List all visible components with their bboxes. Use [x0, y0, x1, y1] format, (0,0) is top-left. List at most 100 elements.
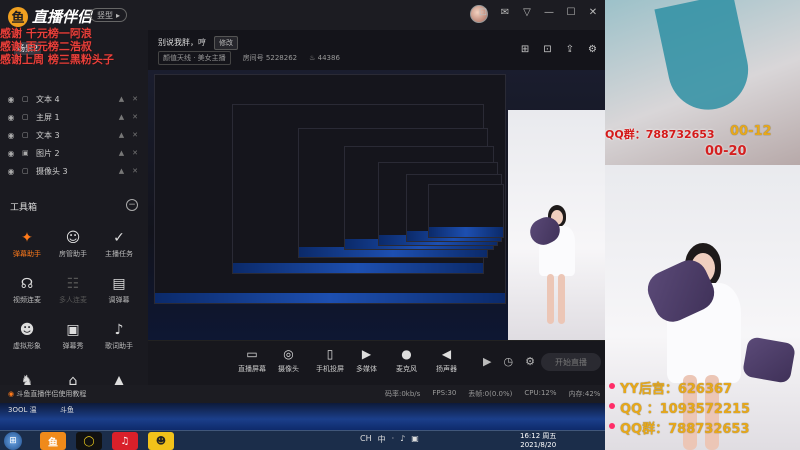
fps: FPS:30: [432, 389, 457, 397]
control-icon: ◎: [283, 347, 294, 361]
delete-icon[interactable]: ✕: [132, 149, 138, 157]
record-icon[interactable]: ▶: [483, 355, 491, 368]
tool-item[interactable]: ▣ 弹幕秀: [50, 317, 96, 355]
tool-icon: ☺: [65, 229, 81, 246]
app-icon[interactable]: ◯: [76, 432, 102, 450]
control-button[interactable]: ▶ 多媒体: [356, 347, 377, 374]
move-up-icon[interactable]: ▲: [119, 149, 124, 157]
source-row[interactable]: ◉ ▢ 文本 3 ▲ ✕: [0, 126, 148, 144]
edit-title-button[interactable]: 修改: [214, 36, 238, 50]
source-label: 主屏 1: [36, 112, 60, 122]
desktop-label: 3OOL 温: [8, 406, 37, 414]
tray-item[interactable]: 中: [378, 434, 386, 445]
visibility-icon[interactable]: ◉: [6, 167, 16, 176]
tool-item[interactable]: ✦ 弹幕助手: [4, 225, 50, 263]
control-label: 麦克风: [396, 365, 417, 373]
source-row-actions: ▲ ✕: [119, 149, 148, 157]
tool-label: 房管助手: [59, 249, 87, 258]
delete-icon[interactable]: ✕: [132, 95, 138, 103]
tool-label: 歌词助手: [105, 341, 133, 350]
preview-camera-photo: [508, 110, 605, 340]
settings-icon[interactable]: ⚙: [588, 44, 597, 55]
app-logo: 鱼 直播伴侣: [8, 6, 92, 27]
douyu-app-icon[interactable]: 鱼: [40, 432, 66, 450]
control-label: 直播屏幕: [238, 365, 266, 373]
unlock-icon[interactable]: ▢: [22, 113, 30, 121]
source-row-actions: ▲ ✕: [119, 167, 148, 175]
visibility-icon[interactable]: ◉: [6, 149, 16, 158]
source-row[interactable]: ◉ ▣ 图片 2 ▲ ✕: [0, 144, 148, 162]
control-button[interactable]: ◀ 扬声器: [436, 347, 457, 374]
delete-icon[interactable]: ✕: [132, 113, 138, 121]
collapse-icon[interactable]: −: [126, 199, 138, 211]
move-up-icon[interactable]: ▲: [119, 167, 124, 175]
clock-icon[interactable]: ◷: [504, 355, 514, 368]
lock-icon[interactable]: ▣: [22, 149, 30, 157]
tray-item[interactable]: CH: [360, 434, 372, 445]
start-live-button[interactable]: 开始直播: [541, 353, 601, 371]
maximize-icon[interactable]: ☐: [565, 7, 577, 18]
gear-icon[interactable]: ⚙: [525, 355, 535, 368]
gift-icon[interactable]: ⊞: [521, 44, 529, 55]
visibility-icon[interactable]: ◉: [6, 131, 16, 140]
source-row-actions: ▲ ✕: [119, 113, 148, 121]
tool-item[interactable]: ♪ 歌词助手: [96, 317, 142, 355]
title-bar: 鱼 直播伴侣 竖型 ▸ ⊡ ✉ ▽ — ☐ ✕: [0, 0, 605, 30]
delete-icon[interactable]: ✕: [132, 131, 138, 139]
control-button[interactable]: ● 麦克风: [396, 347, 417, 374]
stream-preview[interactable]: [148, 70, 605, 340]
toolbox-title: 工具箱: [10, 203, 38, 213]
tool-item[interactable]: ☊ 视频连麦: [4, 271, 50, 309]
source-row[interactable]: ◉ ▢ 主屏 1 ▲ ✕: [0, 108, 148, 126]
control-icon: ●: [401, 347, 412, 361]
control-button[interactable]: ▯ 手机投屏: [316, 347, 344, 374]
scene-tag[interactable]: 场景2: [14, 42, 42, 55]
source-row[interactable]: ◉ ▢ 摄像头 3 ▲ ✕: [0, 162, 148, 180]
tool-item[interactable]: ☷ 多人连麦: [50, 271, 96, 309]
dropped-frames: 丢帧:0(0.0%): [468, 390, 513, 398]
tool-label: 视频连麦: [13, 295, 41, 304]
top-actions: ⊞ ⊡ ⇪ ⚙: [521, 44, 597, 55]
tray-item[interactable]: ·: [392, 434, 395, 445]
room-category[interactable]: 颜值天线 · 美女主播: [158, 51, 231, 65]
lock-icon[interactable]: ⊡: [543, 44, 551, 55]
tutorial-link[interactable]: ◉ 斗鱼直播伴侣使用教程: [8, 389, 86, 399]
move-up-icon[interactable]: ▲: [119, 131, 124, 139]
move-up-icon[interactable]: ▲: [119, 113, 124, 121]
menu-icon[interactable]: ▽: [521, 7, 533, 18]
subject-leg: [547, 274, 554, 324]
app-name: 直播伴侣: [32, 8, 93, 26]
start-button[interactable]: ⊞: [4, 432, 22, 450]
delete-icon[interactable]: ✕: [132, 167, 138, 175]
game-app-icon[interactable]: ☻: [148, 432, 174, 450]
tool-item[interactable]: ☻ 虚拟形象: [4, 317, 50, 355]
minimize-icon[interactable]: —: [543, 7, 555, 18]
visibility-icon[interactable]: ◉: [6, 95, 16, 104]
orientation-toggle[interactable]: 竖型 ▸: [90, 8, 128, 22]
netease-music-icon[interactable]: ♫: [112, 432, 138, 450]
volume-icon[interactable]: ♪: [400, 434, 405, 445]
tool-item[interactable]: ✓ 主播任务: [96, 225, 142, 263]
unlock-icon[interactable]: ▢: [22, 167, 30, 175]
move-up-icon[interactable]: ▲: [119, 95, 124, 103]
close-icon[interactable]: ✕: [587, 7, 599, 18]
source-row[interactable]: ◉ ▢ 文本 4 ▲ ✕: [0, 90, 148, 108]
tool-icon: ▤: [112, 275, 126, 292]
network-icon[interactable]: ▣: [411, 434, 419, 445]
unlock-icon[interactable]: ▢: [22, 131, 30, 139]
clock[interactable]: 16:12 周五 2021/8/20: [520, 432, 556, 450]
desktop-label: 斗鱼: [60, 406, 74, 414]
unlock-icon[interactable]: ▢: [22, 95, 30, 103]
control-button[interactable]: ◎ 摄像头: [278, 347, 299, 374]
source-list: ◉ ▢ 文本 4 ▲ ✕ ◉ ▢ 主屏 1 ▲ ✕ ◉ ▢ 文本 3 ▲ ✕ ◉ ▣ 图片 2 ▲ ✕ ◉ ▢ 摄像头 3 ▲…: [0, 90, 148, 180]
source-label: 图片 2: [36, 148, 60, 158]
bitrate: 码率:0kb/s: [385, 390, 421, 398]
share-icon[interactable]: ⇪: [566, 44, 574, 55]
visibility-icon[interactable]: ◉: [6, 113, 16, 122]
control-icon: ▯: [326, 347, 334, 361]
control-button[interactable]: ▭ 直播屏幕: [238, 347, 266, 374]
message-icon[interactable]: ✉: [499, 7, 511, 18]
tool-item[interactable]: ▤ 调弹幕: [96, 271, 142, 309]
tool-item[interactable]: ☺ 房管助手: [50, 225, 96, 263]
skin-icon[interactable]: ⊡: [477, 7, 489, 18]
